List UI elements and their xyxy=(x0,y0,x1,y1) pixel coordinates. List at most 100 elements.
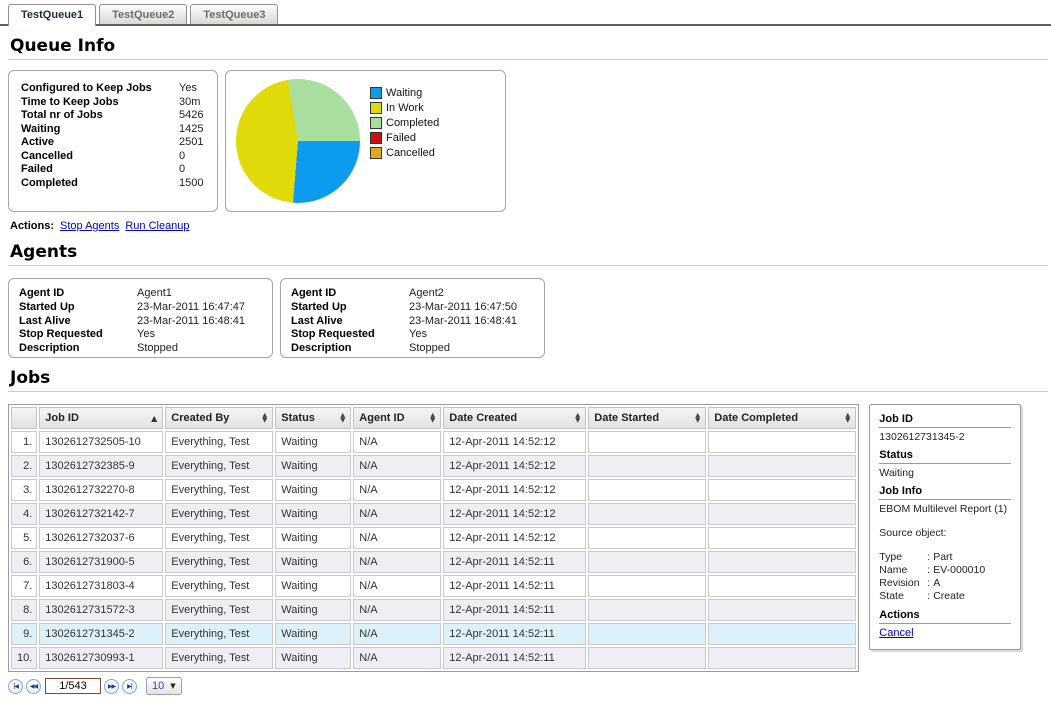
queue-info-row: Configured to Keep JobsYesTime to Keep J… xyxy=(8,70,1051,212)
run-cleanup-link[interactable]: Run Cleanup xyxy=(125,220,189,232)
cell-created-by: Everything, Test xyxy=(165,479,273,501)
table-row[interactable]: 10.1302612730993-1Everything, TestWaitin… xyxy=(11,647,856,669)
cell-date-started xyxy=(588,431,706,453)
page-size-select[interactable]: 10 ▼ xyxy=(146,677,182,695)
legend-label: Completed xyxy=(386,117,439,129)
sort-ascending-icon[interactable]: ▲ xyxy=(151,414,157,423)
column-header-created-by[interactable]: Created By▲▼ xyxy=(165,407,273,429)
detail-property: Name:EV-000010 xyxy=(879,564,1011,577)
agent-field-label: Stop Requested xyxy=(291,328,409,342)
table-row[interactable]: 5.1302612732037-6Everything, TestWaiting… xyxy=(11,527,856,549)
cell-created-by: Everything, Test xyxy=(165,431,273,453)
stat-value: 5426 xyxy=(179,109,203,123)
table-row[interactable]: 6.1302612731900-5Everything, TestWaiting… xyxy=(11,551,856,573)
cell-created-by: Everything, Test xyxy=(165,575,273,597)
divider xyxy=(8,391,1048,392)
table-row[interactable]: 4.1302612732142-7Everything, TestWaiting… xyxy=(11,503,856,525)
cell-row-number: 1. xyxy=(11,431,37,453)
stat-label: Completed xyxy=(21,177,179,191)
cell-status: Waiting xyxy=(275,551,351,573)
tab-testqueue1[interactable]: TestQueue1 xyxy=(8,4,96,26)
stat-value: 30m xyxy=(179,96,200,110)
cell-date-completed xyxy=(708,599,856,621)
property-colon: : xyxy=(927,590,930,603)
cell-date-started xyxy=(588,647,706,669)
tab-testqueue2[interactable]: TestQueue2 xyxy=(99,4,187,24)
column-header-date-started[interactable]: Date Started▲▼ xyxy=(588,407,706,429)
job-detail-panel: Job ID 1302612731345-2 Status Waiting Jo… xyxy=(869,404,1021,650)
sort-toggle-icon[interactable]: ▲▼ xyxy=(575,413,580,424)
sort-toggle-icon[interactable]: ▲▼ xyxy=(262,413,267,424)
column-header-agent-id[interactable]: Agent ID▲▼ xyxy=(353,407,441,429)
page-input[interactable] xyxy=(45,678,101,694)
stat-label: Waiting xyxy=(21,123,179,137)
spacer xyxy=(879,541,1011,551)
property-label: Name xyxy=(879,564,927,577)
queue-stats-box: Configured to Keep JobsYesTime to Keep J… xyxy=(8,70,218,212)
cell-date-completed xyxy=(708,455,856,477)
cell-agent-id: N/A xyxy=(353,623,441,645)
legend-label: Failed xyxy=(386,132,416,144)
table-row[interactable]: 1.1302612732505-10Everything, TestWaitin… xyxy=(11,431,856,453)
column-header-date-completed[interactable]: Date Completed▲▼ xyxy=(708,407,856,429)
tab-testqueue3[interactable]: TestQueue3 xyxy=(190,4,278,24)
agent-row: DescriptionStopped xyxy=(291,342,534,356)
table-row[interactable]: 3.1302612732270-8Everything, TestWaiting… xyxy=(11,479,856,501)
cell-job-id: 1302612732505-10 xyxy=(39,431,163,453)
cell-date-completed xyxy=(708,503,856,525)
agent-field-value: Stopped xyxy=(137,342,178,356)
sort-toggle-icon[interactable]: ▲▼ xyxy=(430,413,435,424)
property-value: Create xyxy=(933,590,965,603)
table-row[interactable]: 2.1302612732385-9Everything, TestWaiting… xyxy=(11,455,856,477)
cell-status: Waiting xyxy=(275,455,351,477)
sort-down-icon: ▼ xyxy=(340,418,345,424)
stat-value: Yes xyxy=(179,82,197,96)
pie-legend: WaitingIn WorkCompletedFailedCancelled xyxy=(370,85,439,160)
legend-swatch-icon xyxy=(370,102,382,114)
last-page-button[interactable]: ▶| xyxy=(122,679,137,694)
prev-page-button[interactable]: ◀◀ xyxy=(26,679,41,694)
cell-status: Waiting xyxy=(275,527,351,549)
jobs-table-body: 1.1302612732505-10Everything, TestWaitin… xyxy=(11,431,856,669)
sort-down-icon: ▼ xyxy=(262,418,267,424)
sort-toggle-icon[interactable]: ▲▼ xyxy=(695,413,700,424)
cell-created-by: Everything, Test xyxy=(165,551,273,573)
cell-job-id: 1302612731345-2 xyxy=(39,623,163,645)
column-header-status[interactable]: Status▲▼ xyxy=(275,407,351,429)
stop-agents-link[interactable]: Stop Agents xyxy=(60,220,119,232)
cell-date-started xyxy=(588,503,706,525)
cell-status: Waiting xyxy=(275,647,351,669)
sort-toggle-icon[interactable]: ▲▼ xyxy=(340,413,345,424)
cell-created-by: Everything, Test xyxy=(165,503,273,525)
cell-agent-id: N/A xyxy=(353,551,441,573)
cell-date-started xyxy=(588,623,706,645)
stat-label: Cancelled xyxy=(21,150,179,164)
cell-agent-id: N/A xyxy=(353,479,441,501)
stat-label: Configured to Keep Jobs xyxy=(21,82,179,96)
column-header-date-created[interactable]: Date Created▲▼ xyxy=(443,407,586,429)
cell-status: Waiting xyxy=(275,575,351,597)
agent-row: Stop RequestedYes xyxy=(291,328,534,342)
divider xyxy=(879,427,1011,428)
table-row[interactable]: 8.1302612731572-3Everything, TestWaiting… xyxy=(11,599,856,621)
divider xyxy=(879,623,1011,624)
cell-job-id: 1302612732142-7 xyxy=(39,503,163,525)
agent-row: Agent IDAgent1 xyxy=(19,287,262,301)
next-page-button[interactable]: ▶▶ xyxy=(104,679,119,694)
cell-date-created: 12-Apr-2011 14:52:12 xyxy=(443,503,586,525)
legend-label: Waiting xyxy=(386,87,422,99)
legend-swatch-icon xyxy=(370,147,382,159)
sort-toggle-icon[interactable]: ▲▼ xyxy=(845,413,850,424)
agent-field-label: Description xyxy=(291,342,409,356)
agent-field-label: Last Alive xyxy=(291,315,409,329)
column-header-job-id[interactable]: Job ID▲ xyxy=(39,407,163,429)
cell-date-completed xyxy=(708,623,856,645)
cancel-job-link[interactable]: Cancel xyxy=(879,627,913,639)
cell-date-started xyxy=(588,527,706,549)
agent-field-value: 23-Mar-2011 16:48:41 xyxy=(137,315,245,329)
table-row[interactable]: 7.1302612731803-4Everything, TestWaiting… xyxy=(11,575,856,597)
cell-row-number: 4. xyxy=(11,503,37,525)
stat-row: Completed1500 xyxy=(21,177,209,191)
table-row[interactable]: 9.1302612731345-2Everything, TestWaiting… xyxy=(11,623,856,645)
first-page-button[interactable]: |◀ xyxy=(8,679,23,694)
